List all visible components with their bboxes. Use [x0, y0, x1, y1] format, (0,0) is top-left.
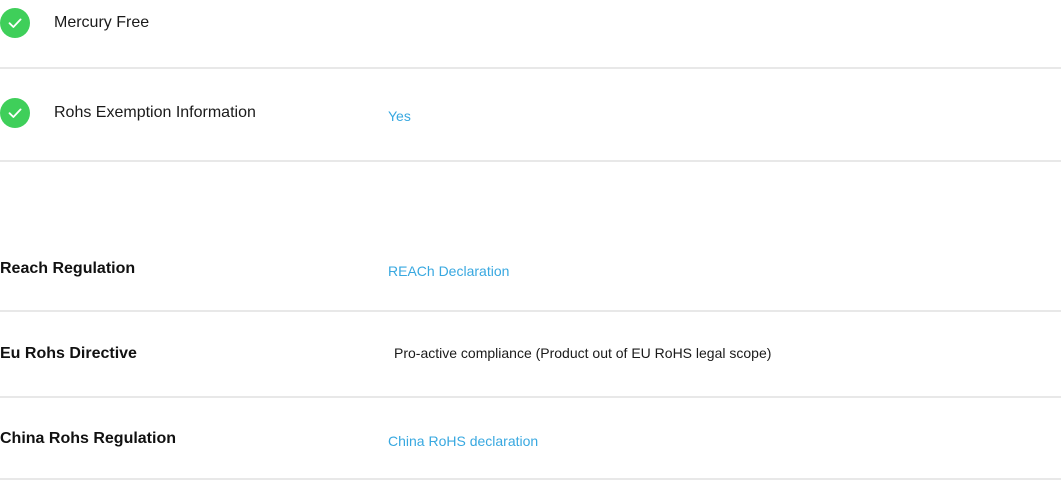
rohs-exemption-value-link[interactable]: Yes [388, 106, 411, 126]
checklist-item-mercury-free: Mercury Free [0, 0, 1061, 52]
divider [0, 310, 1061, 312]
checklist-item-label: Mercury Free [54, 14, 150, 31]
check-circle-icon [0, 98, 30, 128]
regulation-label: Eu Rohs Directive [0, 345, 137, 362]
checklist-item-label: Rohs Exemption Information [54, 104, 256, 121]
divider [0, 396, 1061, 398]
divider [0, 67, 1061, 69]
environmental-compliance-panel: Mercury Free Rohs Exemption Information … [0, 0, 1061, 481]
regulation-row-reach: Reach Regulation REACh Declaration [0, 258, 1061, 298]
regulation-label: China Rohs Regulation [0, 430, 176, 447]
checklist-item-rohs-exemption: Rohs Exemption Information [0, 90, 1061, 142]
regulation-row-eu-rohs: Eu Rohs Directive Pro-active compliance … [0, 343, 1061, 383]
divider [0, 478, 1061, 480]
eu-rohs-compliance-text: Pro-active compliance (Product out of EU… [394, 345, 772, 361]
check-circle-icon [0, 8, 30, 38]
china-rohs-declaration-link[interactable]: China RoHS declaration [388, 431, 538, 451]
regulation-label: Reach Regulation [0, 260, 136, 277]
divider [0, 160, 1061, 162]
reach-declaration-link[interactable]: REACh Declaration [388, 261, 509, 281]
regulation-row-china-rohs: China Rohs Regulation China RoHS declara… [0, 428, 1061, 468]
